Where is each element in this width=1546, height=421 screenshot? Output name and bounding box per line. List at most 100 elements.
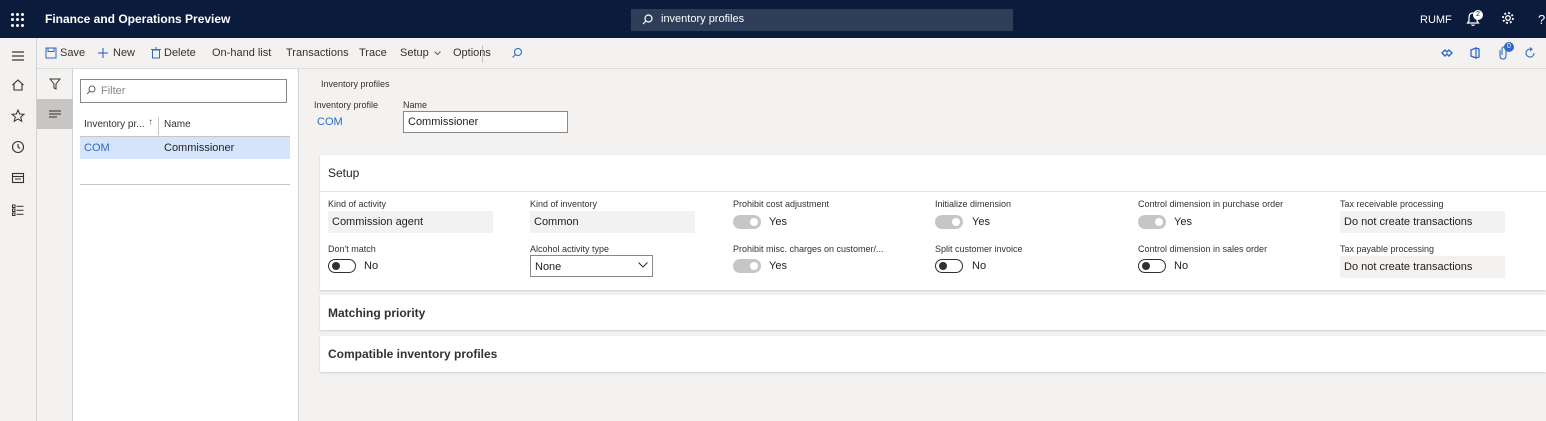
column-header-inventory-profile[interactable]: Inventory pr... [84,119,145,130]
notification-badge: 2 [1473,10,1483,20]
name-label: Name [403,100,428,110]
global-search-box[interactable]: inventory profiles [631,9,1013,31]
dont-match-value: No [364,260,379,272]
control-dimension-so-value: No [1174,260,1189,272]
trash-icon [151,47,161,59]
control-dimension-po-value: Yes [1174,216,1192,228]
alcohol-activity-type-value: None [535,261,562,273]
show-filters-button[interactable] [37,69,73,99]
setup-fasttab-header[interactable]: Setup [328,166,359,180]
modules-list-icon[interactable] [10,202,26,218]
help-button[interactable]: ? [1538,12,1545,27]
kind-of-activity-field: Commission agent [328,211,493,233]
filter-pane [37,69,73,421]
search-actions-icon[interactable] [511,47,523,59]
app-launcher-icon[interactable] [11,13,25,27]
favorites-star-icon[interactable] [10,108,26,124]
recent-clock-icon[interactable] [10,139,26,155]
settings-button[interactable] [1501,11,1517,27]
filter-search-icon [86,85,96,95]
notifications-button[interactable]: 2 [1466,10,1483,27]
delete-button[interactable]: Delete [164,47,196,59]
dont-match-label: Don't match [328,244,376,254]
home-icon[interactable] [10,77,26,93]
control-dimension-po-toggle [1138,215,1166,229]
column-header-name[interactable]: Name [164,119,191,130]
plus-icon [98,48,108,58]
app-title[interactable]: Finance and Operations Preview [45,12,230,26]
alcohol-activity-type-select[interactable]: None [530,255,653,277]
inventory-profile-label: Inventory profile [314,100,379,110]
tax-payable-field: Do not create transactions [1340,256,1505,278]
sort-ascending-icon: ↑ [148,117,153,128]
control-dimension-so-label: Control dimension in sales order [1138,244,1268,254]
column-divider [158,117,159,135]
initialize-dimension-label: Initialize dimension [935,199,1012,209]
prohibit-cost-adjustment-label: Prohibit cost adjustment [733,199,830,209]
list-filter-input[interactable] [80,79,287,103]
compatible-profiles-header[interactable]: Compatible inventory profiles [328,347,497,361]
matching-priority-fasttab[interactable]: Matching priority [320,295,1546,330]
list-pane: Inventory pr... ↑ Name COM Commissioner [73,69,299,421]
top-bar: Finance and Operations Preview inventory… [0,0,1546,38]
attachments-badge: 0 [1504,42,1514,52]
kind-of-activity-label: Kind of activity [328,199,387,209]
split-customer-invoice-toggle[interactable] [935,259,963,273]
prohibit-misc-charges-value: Yes [769,260,787,272]
trace-button[interactable]: Trace [359,47,387,59]
kind-of-inventory-label: Kind of inventory [530,199,598,209]
grid-header: Inventory pr... ↑ Name [80,115,290,137]
setup-menu-button[interactable]: Setup [400,47,441,59]
matching-priority-header[interactable]: Matching priority [328,306,425,320]
action-pane: Save New Delete On-hand list Transaction… [37,38,1546,69]
new-button[interactable]: New [113,47,135,59]
prohibit-cost-adjustment-value: Yes [769,216,787,228]
row-inventory-profile[interactable]: COM [84,142,110,154]
workspaces-icon[interactable] [10,170,26,186]
prohibit-misc-charges-toggle [733,259,761,273]
office-icon[interactable] [1469,47,1481,59]
grid-bottom-line [80,184,290,185]
control-dimension-po-label: Control dimension in purchase order [1138,199,1284,209]
split-customer-invoice-value: No [972,260,987,272]
setup-fasttab: Setup Kind of activity Commission agent … [320,155,1546,290]
save-icon [45,47,57,59]
gear-icon [1502,12,1514,24]
dont-match-toggle[interactable] [328,259,356,273]
split-customer-invoice-label: Split customer invoice [935,244,1023,254]
row-name: Commissioner [164,142,235,154]
search-icon [642,14,653,25]
tax-payable-label: Tax payable processing [1340,244,1435,254]
save-button[interactable]: Save [60,47,85,59]
global-search-text: inventory profiles [661,13,745,25]
name-field[interactable]: Commissioner [403,111,568,133]
initialize-dimension-value: Yes [972,216,990,228]
initialize-dimension-toggle [935,215,963,229]
page-caption: Inventory profiles [321,79,390,89]
table-row[interactable]: COM Commissioner [80,137,290,159]
control-dimension-so-toggle[interactable] [1138,259,1166,273]
setup-menu-label: Setup [400,47,429,59]
chevron-down-icon [433,50,441,55]
tax-receivable-label: Tax receivable processing [1340,199,1444,209]
kind-of-inventory-field: Common [530,211,695,233]
show-list-button[interactable] [37,99,73,129]
prohibit-cost-adjustment-toggle [733,215,761,229]
prohibit-misc-charges-label: Prohibit misc. charges on customer/... [733,244,884,254]
funnel-icon [49,78,61,90]
options-button[interactable]: Options [453,47,491,59]
attachments-button[interactable]: 0 [1497,42,1514,60]
company-picker[interactable]: RUMF [1420,14,1452,26]
on-hand-list-button[interactable]: On-hand list [212,47,271,59]
hamburger-menu-icon[interactable] [10,48,26,64]
transactions-button[interactable]: Transactions [286,47,349,59]
inventory-profile-field[interactable]: COM [313,112,393,132]
fasttab-divider [320,191,1546,192]
chevron-down-icon [638,262,648,268]
compatible-profiles-fasttab[interactable]: Compatible inventory profiles [320,336,1546,372]
power-apps-icon[interactable] [1441,47,1453,59]
alcohol-activity-type-label: Alcohol activity type [530,244,610,254]
navigation-rail [0,38,37,421]
list-lines-icon [49,110,61,118]
refresh-icon[interactable] [1524,47,1536,59]
